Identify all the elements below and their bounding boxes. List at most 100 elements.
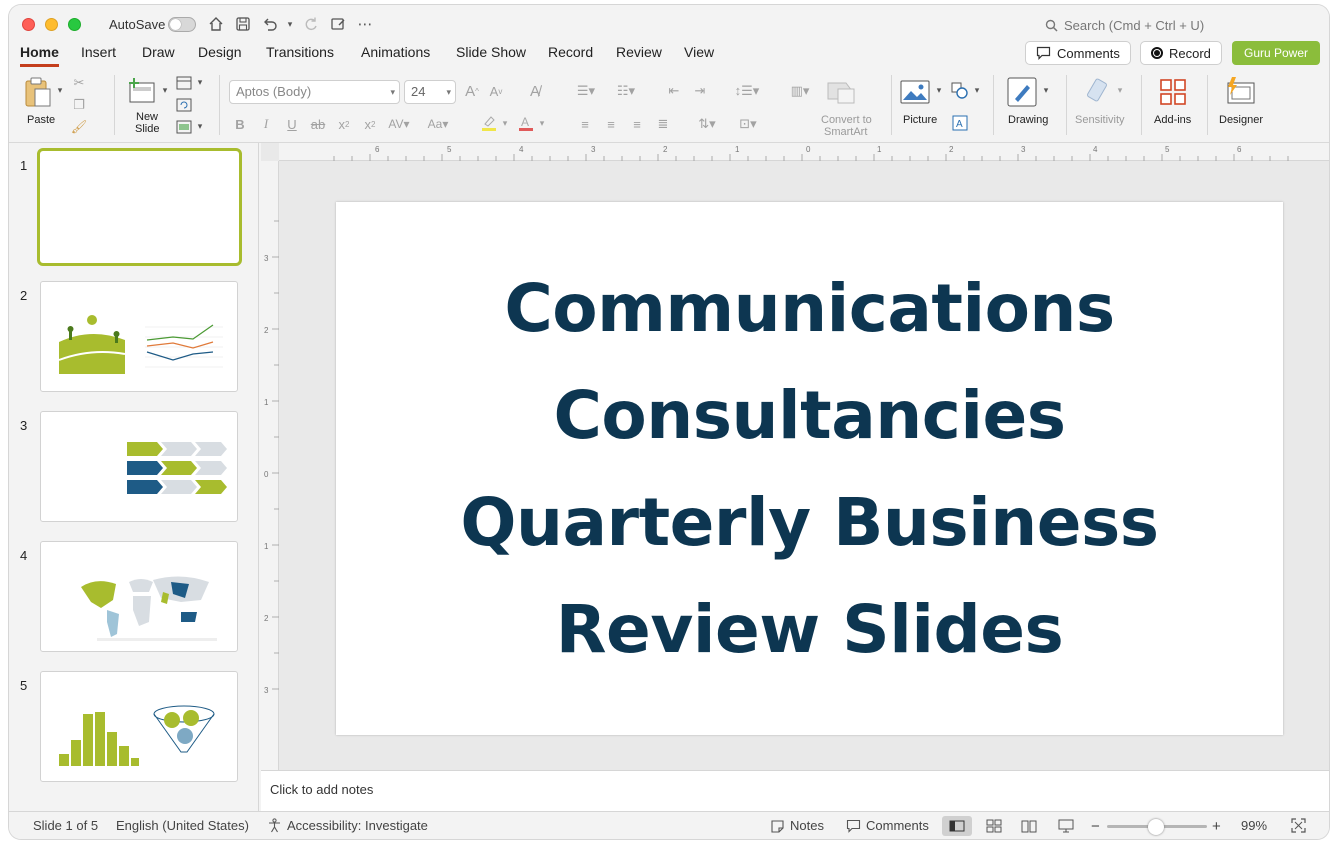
undo-icon[interactable]: [260, 14, 280, 34]
guru-power-button[interactable]: Guru Power: [1232, 41, 1320, 65]
zoom-out-icon[interactable]: −: [1091, 818, 1100, 835]
italic-icon[interactable]: I: [257, 115, 275, 133]
picture-dropdown-icon[interactable]: ▾: [934, 85, 944, 95]
slide-thumbnail-3[interactable]: [40, 411, 238, 522]
increase-indent-icon[interactable]: ⇥: [691, 82, 709, 100]
reset-icon[interactable]: [175, 97, 193, 113]
tab-insert[interactable]: Insert: [81, 44, 116, 64]
text-direction-icon[interactable]: ⇅▾: [692, 115, 722, 133]
new-slide-icon[interactable]: [127, 77, 157, 105]
font-name-select[interactable]: Aptos (Body) ▾: [229, 80, 400, 104]
shapes-icon[interactable]: [950, 81, 970, 101]
slideshow-button[interactable]: [1051, 816, 1081, 836]
slide-title[interactable]: Communications Consultancies Quarterly B…: [460, 255, 1159, 683]
cut-icon[interactable]: ✂: [71, 75, 87, 91]
picture-icon[interactable]: [900, 79, 930, 105]
slide-thumbnail-5[interactable]: [40, 671, 238, 782]
slide-canvas[interactable]: Communications Consultancies Quarterly B…: [336, 202, 1283, 735]
superscript-icon[interactable]: x2: [335, 115, 353, 133]
align-center-icon[interactable]: ≡: [602, 115, 620, 133]
sensitivity-dropdown-icon[interactable]: ▾: [1115, 85, 1125, 95]
font-color-icon[interactable]: A: [516, 113, 536, 133]
font-color-dropdown-icon[interactable]: ▾: [538, 118, 546, 128]
decrease-indent-icon[interactable]: ⇤: [665, 82, 683, 100]
highlight-dropdown-icon[interactable]: ▾: [501, 118, 509, 128]
bullets-icon[interactable]: ☰▾: [571, 82, 601, 100]
present-icon[interactable]: [328, 14, 348, 34]
tab-animations[interactable]: Animations: [361, 44, 430, 64]
slide-thumbnail-4[interactable]: [40, 541, 238, 652]
save-icon[interactable]: [233, 14, 253, 34]
strikethrough-icon[interactable]: ab: [309, 115, 327, 133]
notes-pane[interactable]: Click to add notes: [261, 770, 1329, 811]
section-dropdown-icon[interactable]: ▾: [196, 121, 204, 131]
sensitivity-icon[interactable]: [1084, 77, 1114, 107]
increase-font-icon[interactable]: A ^: [463, 82, 481, 100]
comments-button[interactable]: Comments: [1025, 41, 1131, 65]
underline-icon[interactable]: U: [283, 115, 301, 133]
reading-view-button[interactable]: [1014, 816, 1044, 836]
shapes-dropdown-icon[interactable]: ▾: [972, 85, 982, 95]
slide-sorter-button[interactable]: [979, 816, 1009, 836]
layout-dropdown-icon[interactable]: ▾: [196, 77, 204, 87]
tab-view[interactable]: View: [684, 44, 714, 64]
zoom-in-icon[interactable]: +: [1212, 818, 1221, 835]
align-text-icon[interactable]: ⊡▾: [731, 115, 765, 133]
text-box-icon[interactable]: A: [950, 113, 970, 133]
zoom-window-button[interactable]: [68, 18, 81, 31]
thumb-number: 4: [20, 548, 28, 563]
smartart-icon[interactable]: [825, 77, 857, 107]
tab-record[interactable]: Record: [548, 44, 593, 64]
tab-review[interactable]: Review: [616, 44, 662, 64]
tab-design[interactable]: Design: [198, 44, 242, 64]
zoom-level[interactable]: 99%: [1241, 818, 1267, 833]
format-painter-icon[interactable]: 🖌: [71, 119, 88, 135]
undo-dropdown-icon[interactable]: ▾: [280, 14, 300, 34]
new-slide-dropdown-icon[interactable]: ▾: [160, 85, 170, 95]
bold-icon[interactable]: B: [231, 115, 249, 133]
justify-icon[interactable]: ≣: [654, 115, 672, 133]
accessibility-status[interactable]: Accessibility: Investigate: [267, 818, 428, 833]
drawing-icon[interactable]: [1007, 77, 1037, 107]
slide-thumbnail-2[interactable]: [40, 281, 238, 392]
copy-icon[interactable]: ❐: [71, 97, 87, 113]
section-icon[interactable]: [175, 119, 193, 135]
tab-transitions[interactable]: Transitions: [266, 44, 334, 64]
subscript-icon[interactable]: x2: [361, 115, 379, 133]
record-button[interactable]: Record: [1140, 41, 1222, 65]
numbering-icon[interactable]: ☷▾: [611, 82, 641, 100]
designer-icon[interactable]: [1224, 75, 1256, 107]
more-icon[interactable]: ⋯: [355, 14, 375, 34]
change-case-icon[interactable]: Aa▾: [423, 115, 453, 133]
paste-dropdown-icon[interactable]: ▾: [55, 85, 65, 95]
line-spacing-icon[interactable]: ↕☰▾: [731, 82, 763, 100]
drawing-dropdown-icon[interactable]: ▾: [1041, 85, 1051, 95]
layout-icon[interactable]: [175, 75, 193, 91]
autosave-toggle[interactable]: [168, 17, 196, 32]
tab-home[interactable]: Home: [20, 44, 59, 67]
clear-formatting-icon[interactable]: A̸: [525, 82, 545, 100]
align-left-icon[interactable]: ≡: [576, 115, 594, 133]
paste-icon[interactable]: [23, 75, 53, 109]
columns-icon[interactable]: ▥▾: [785, 82, 815, 100]
tab-draw[interactable]: Draw: [142, 44, 175, 64]
tab-slide-show[interactable]: Slide Show: [456, 44, 526, 64]
normal-view-button[interactable]: [942, 816, 972, 836]
close-window-button[interactable]: [22, 18, 35, 31]
fit-to-window-icon[interactable]: [1291, 818, 1306, 833]
decrease-font-icon[interactable]: Av: [487, 82, 505, 100]
zoom-slider-handle[interactable]: [1148, 819, 1164, 835]
font-size-select[interactable]: 24 ▾: [404, 80, 456, 104]
addins-icon[interactable]: [1158, 77, 1188, 107]
minimize-window-button[interactable]: [45, 18, 58, 31]
comments-status-button[interactable]: Comments: [846, 818, 929, 833]
redo-icon[interactable]: [301, 14, 321, 34]
character-spacing-icon[interactable]: AV▾: [387, 115, 411, 133]
notes-button[interactable]: Notes: [770, 818, 824, 833]
home-icon[interactable]: [206, 14, 226, 34]
align-right-icon[interactable]: ≡: [628, 115, 646, 133]
language-status[interactable]: English (United States): [116, 818, 249, 833]
slide-thumbnail-1[interactable]: [37, 148, 242, 266]
search-box[interactable]: Search (Cmd + Ctrl + U): [1045, 18, 1204, 33]
highlight-icon[interactable]: [479, 113, 499, 133]
